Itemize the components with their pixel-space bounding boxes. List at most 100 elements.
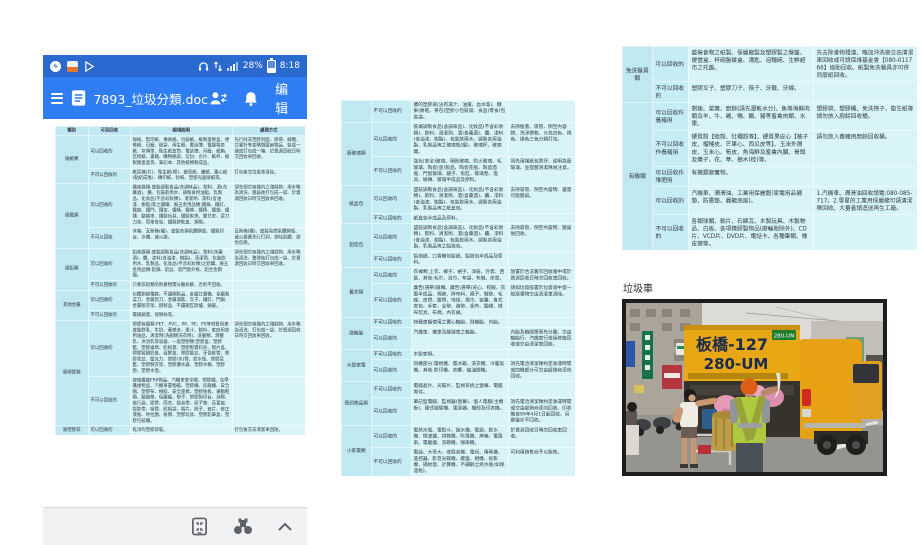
table-cell: 包覆銅線電線、不鏽鋼製品、金屬訂書機、金屬製菜刀、金屬剪刀、金屬湯匙、叉子、鐵釘… — [130, 290, 232, 311]
table-cell: 可以回收的 — [88, 183, 130, 227]
battery-percent: 28% — [243, 61, 263, 71]
title-bar: 7893_垃圾分類.docx 编辑 — [43, 77, 307, 119]
table-cell: 可以回收的 — [371, 223, 411, 251]
table-cell: 大型家電 — [341, 350, 371, 382]
table-cell: 不可以回收的 — [371, 214, 411, 224]
table-cell: 塑膠容器類:PET、PVC、PP、PE、PS等材質用來盛裝鮮乳、牛奶、養樂多、果… — [130, 320, 232, 376]
table-cell: 廢玻璃類 — [341, 122, 371, 185]
table-cell: 其他金屬 — [55, 290, 88, 320]
table-cell: 盛裝調製食品(含調味品)、化妝品(不含彩妝類)、飲料、清潔劑、酒(含藥酒)、醬、… — [411, 223, 508, 251]
notification-icon[interactable] — [244, 90, 258, 107]
status-bar: 28% 8:18 — [43, 55, 307, 77]
table-cell: 玻璃纖維FRP物品、汽機車安全帽、塑膠繩、化學纖維物品、汽機車置物箱、塑膠繩、尼… — [130, 376, 232, 426]
menu-icon[interactable] — [51, 93, 63, 104]
table-cell — [341, 100, 371, 122]
truck-text-line1: 板橋-127 — [696, 335, 768, 354]
table-cell: 1.汽機車、潤滑油回收請電:080-085-717。2.零星的工業用保麗龍可請清… — [813, 187, 917, 215]
table-cell: 打包後交垃圾車清除。 — [232, 168, 305, 183]
signal-icon — [227, 61, 239, 72]
table-cell: 特種車輛使用之實心輪胎、飛機胎、內胎。 — [411, 318, 508, 328]
edit-button[interactable]: 编辑 — [275, 79, 299, 117]
network-arrows-icon — [213, 61, 223, 72]
table-cell: 去除吸管、倒空內容物、盡量可能壓扁。 — [508, 185, 575, 213]
table-cell: 紙盒包 — [341, 185, 371, 223]
table-cell: 可以回收的 — [371, 328, 411, 350]
column-header: 細項說明 — [130, 126, 232, 135]
table-cell: 可以回收的 — [371, 397, 411, 425]
headset-icon — [198, 61, 209, 72]
document-page-3: 免洗餐具類可以回收的盛裝食物之紙製、保麗龍製及塑膠製之餐盤、便當盒、杯碗盤碟盒、… — [622, 46, 918, 251]
find-icon[interactable] — [233, 518, 253, 536]
table-cell: 免洗餐具類 — [622, 46, 652, 102]
play-store-icon — [84, 61, 95, 72]
table-cell: 塑膠袋、塑膠繩、免洗筷子、衛生紙等請勿放入廚餘回收桶。 — [813, 102, 917, 130]
table-cell — [508, 350, 575, 360]
table-cell: 可以回收作養豬用 — [652, 102, 688, 130]
table-cell: 不可以回收的 — [88, 168, 130, 183]
table-cell: 廢紙類 — [55, 136, 88, 184]
table-cell: 裝填調製食品(含調味品)、化妝品(不含彩妝類)、飲料、清潔劑、酒(含藥酒)、醬、… — [411, 122, 508, 157]
table-cell: 廢輪胎 — [341, 318, 371, 350]
truck-text-line2: 280-UM — [704, 355, 769, 373]
recycling-table-page2: 不可以回收的髒的塑膠袋(沾有湯汁、油漬、血水等)、糖果(餅乾、茶包)塑膠小包裝袋… — [341, 100, 576, 476]
table-cell: 汽機車、潤滑油、工業用保麗龍(家電用品襯墊、防震墊、麗龍底座)。 — [688, 187, 813, 215]
table-cell: 乾淨的塑膠袋裝。 — [130, 426, 232, 435]
table-cell: 不可以回收的 — [371, 350, 411, 360]
collaborate-icon[interactable] — [209, 90, 227, 106]
truck-section-heading: 垃圾車 — [623, 280, 653, 295]
table-cell: 不可以回收的 — [371, 283, 411, 318]
table-cell — [232, 290, 305, 311]
recycling-table-page3: 免洗餐具類可以回收的盛裝食物之紙製、保麗龍製及塑膠製之餐盤、便當盒、杯碗盤碟盒、… — [622, 46, 918, 251]
table-cell: 不可以回收的 — [652, 82, 688, 103]
table-cell: 不可以回收的 — [371, 157, 411, 185]
table-cell: 不可以回收的 — [88, 281, 130, 290]
table-cell — [813, 215, 917, 251]
bottom-toolbar — [43, 507, 307, 545]
table-cell: 可以回收的 — [88, 426, 130, 435]
table-cell: 打包後交去清潔車回收。 — [232, 426, 305, 435]
table-cell — [232, 281, 305, 290]
table-cell: 冰箱、瓦斯桶(罐)、盛裝各類氣體鋼瓶、鐵製印台、冰櫃、滅火器。 — [130, 227, 232, 248]
table-cell: 不可以回收的 — [371, 381, 411, 397]
table-cell: 不可以回收的 — [652, 215, 688, 251]
table-cell — [508, 100, 575, 122]
fit-screen-icon[interactable] — [190, 517, 209, 536]
document-view[interactable]: 類別可否回收細項說明處理方式廢紙類可以回收的報紙、影印紙、傳真紙、包裝紙、紙製蛋… — [43, 119, 307, 507]
table-cell: 可以回收的 — [371, 426, 411, 448]
gallery-icon — [67, 61, 78, 72]
column-header: 處理方式 — [232, 126, 305, 135]
table-cell: 去除瓶蓋、吸管、倒空內容物、洗淨瀝乾、分為白色、褐色、綠色三色分類打包。 — [508, 122, 575, 157]
table-cell: 電熱水瓶、電熨斗、脫水機、電鍋、飲水機、微波爐、烘乾機、吹風機、烤箱、電風扇、電… — [411, 426, 508, 448]
table-cell: 盛裝食物之紙製、保麗龍製及塑膠製之餐盤、便當盒、杯碗盤碟盒、湯匙、泡麵碗、生鮮超… — [688, 46, 813, 82]
table-cell: 舊衣類 — [341, 267, 371, 317]
messenger-icon — [50, 61, 61, 72]
table-cell: 放置於合法舊衣回收箱中或於資源回收日時交回收車回收。 — [508, 267, 575, 283]
table-cell: 內胎及輪圈需事先分離、交由輪胎行、汽機車行或保修廠回收或交由清潔車回收。 — [508, 328, 575, 350]
table-cell: 須先倒空容器內之殘餘物、用水略為清洗、壓扁後打包成一袋、於資源回收日時交回收車回… — [232, 183, 305, 227]
table-cell: 可以回收的 — [88, 248, 130, 281]
table-cell: 不可以回收 — [88, 227, 130, 248]
table-cell: 紙尿褲(片)、衛生紙(棉)、複寫紙、蠟紙、離心紙(黏結成堆)、轉印紙、砂紙、塑膠… — [130, 168, 232, 183]
table-cell: 木製家俱。 — [411, 350, 508, 360]
table-cell: 廢塑膠類 — [55, 320, 88, 426]
table-cell: 強化(安全)玻璃、隔熱玻璃、防火玻璃、毛玻璃、陶瓷(壺)製品、陶瓷花瓶、陶瓷酒瓶… — [411, 157, 508, 185]
table-cell: 汽機車、機車及腳踏車之輪胎。 — [411, 328, 508, 350]
table-cell: 先行除去塑膠封面、膠帶、線圈、訂書針等並略微壓扁物品、裝成一捆或打包成一箱、於資… — [232, 136, 305, 169]
truck-plate-text: 280-UN — [774, 334, 795, 340]
column-header: 可否回收 — [88, 126, 130, 135]
table-cell: 須先倒空容器內之殘餘物、用水略為清洗、打包成一袋、於資源回收日時交回收車回收。 — [232, 320, 305, 376]
table-cell: 不可以回收的 — [88, 376, 130, 426]
table-cell: 可以回收的 — [88, 320, 130, 376]
collapse-icon[interactable] — [277, 522, 293, 532]
table-cell: 鋁容器類:盛裝調製食品(含調味品)、飲料(含藥酒)、醬、漆料(含油漆、樹脂)、清… — [130, 248, 232, 281]
table-cell: 去除吸管、倒空內容物、壓扁後回收。 — [508, 223, 575, 251]
table-cell: 不可以回收的 — [371, 252, 411, 268]
table-cell — [508, 381, 575, 397]
table-cell: 可以回收的 — [88, 136, 130, 169]
table-cell: 不可以回收的 — [88, 311, 130, 320]
table-cell: 不可以回收的 — [371, 100, 411, 122]
table-cell: 可以回收作堆肥用 — [652, 166, 688, 187]
table-cell: 只要非鋁類的附著物需分離拆解、否則不回收。 — [130, 281, 232, 290]
table-cell: 報紙、影印紙、傳真紙、包裝紙、紙製蛋捲盒、便條紙、日曆、紙袋、再生紙、電話簿、電… — [130, 136, 232, 169]
battery-icon — [267, 60, 276, 73]
